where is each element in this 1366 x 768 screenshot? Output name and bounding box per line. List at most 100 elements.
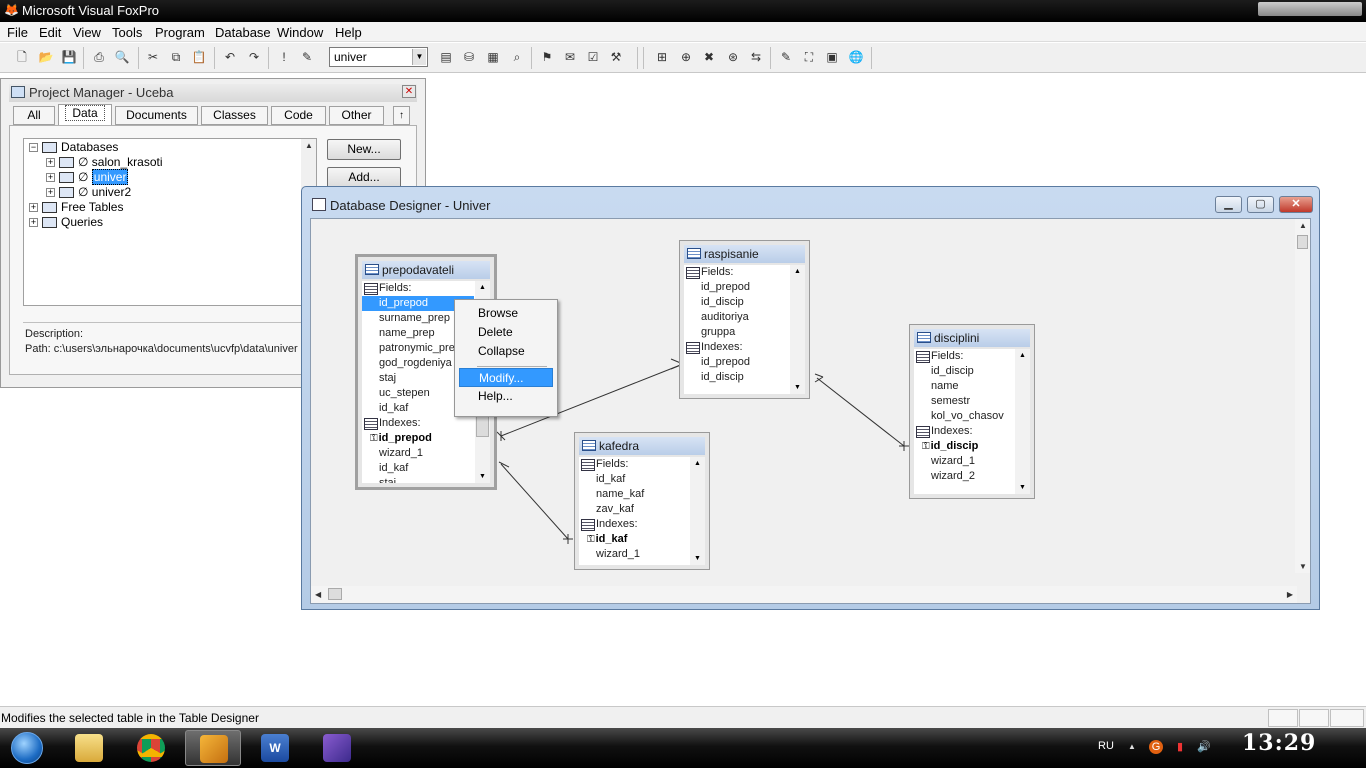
toolbox-icon[interactable]: ⚒	[607, 48, 625, 66]
new-button[interactable]: New...	[327, 139, 401, 160]
properties-icon[interactable]: ▦	[484, 48, 502, 66]
menu-file[interactable]: File	[7, 25, 28, 40]
table-header[interactable]: kafedra	[579, 437, 705, 455]
table-header[interactable]: disciplini	[914, 329, 1030, 347]
print-preview-icon[interactable]: 🔍	[113, 48, 131, 66]
database-combo[interactable]: univer ▼	[329, 47, 428, 67]
add-button[interactable]: Add...	[327, 167, 401, 188]
index-row[interactable]: wizard_2	[914, 469, 1014, 484]
data-session-icon[interactable]: ⛁	[460, 48, 478, 66]
redo-icon[interactable]: ↷	[245, 48, 263, 66]
table-field-list[interactable]: Fields: id_kaf name_kaf zav_kaf Indexes:…	[579, 457, 705, 565]
relation-raspisanie-disciplini[interactable]	[816, 377, 905, 447]
expand-icon[interactable]: +	[29, 218, 38, 228]
scroll-thumb[interactable]	[328, 588, 342, 600]
tab-other[interactable]: Other	[329, 106, 384, 125]
tree-databases[interactable]: − Databases	[29, 140, 118, 155]
primary-index-row[interactable]: ⚿id_kaf	[579, 532, 689, 547]
paste-icon[interactable]: 📋	[190, 48, 208, 66]
index-row[interactable]: wizard_1	[579, 547, 689, 562]
modify-form-icon[interactable]: ✎	[298, 48, 316, 66]
add-table-icon[interactable]: ⊕	[677, 48, 695, 66]
menu-tools[interactable]: Tools	[112, 25, 142, 40]
new-table-icon[interactable]: ⊞	[653, 48, 671, 66]
index-row[interactable]: staj	[362, 476, 474, 483]
taskbar-foxpro[interactable]	[185, 730, 241, 766]
menu-item-delete[interactable]: Delete	[459, 323, 553, 342]
menu-item-help[interactable]: Help...	[459, 387, 553, 406]
scroll-right-icon[interactable]: ▶	[1287, 590, 1293, 599]
index-row[interactable]: id_kaf	[362, 461, 474, 476]
cut-icon[interactable]: ✂	[144, 48, 162, 66]
save-icon[interactable]: 💾	[60, 48, 78, 66]
clock[interactable]: 13:29	[1242, 730, 1316, 756]
menu-view[interactable]: View	[73, 25, 101, 40]
task-pane-icon[interactable]: ☑	[584, 48, 602, 66]
table-field-list[interactable]: Fields: id_prepod id_discip auditoriya g…	[684, 265, 805, 394]
menu-database[interactable]: Database	[215, 25, 271, 40]
copy-icon[interactable]: ⧉	[167, 48, 185, 66]
open-folder-icon[interactable]: 📂	[37, 48, 55, 66]
field-row[interactable]: id_kaf	[579, 472, 689, 487]
table-raspisanie[interactable]: raspisanie Fields: id_prepod id_discip a…	[679, 240, 810, 399]
scroll-down-icon[interactable]: ▼	[794, 384, 801, 391]
run-icon[interactable]: !	[275, 48, 293, 66]
scroll-down-icon[interactable]: ▼	[694, 555, 701, 562]
expand-icon[interactable]: +	[46, 158, 55, 168]
scroll-up-icon[interactable]: ▲	[305, 141, 313, 150]
tab-data[interactable]: Data	[58, 104, 112, 125]
table-header[interactable]: prepodavateli	[362, 261, 490, 279]
taskbar-explorer[interactable]	[61, 730, 117, 766]
object-browser-icon[interactable]: ✉	[561, 48, 579, 66]
add-view-icon[interactable]: ⊛	[724, 48, 742, 66]
index-row[interactable]: id_discip	[684, 370, 789, 385]
tab-classes[interactable]: Classes	[201, 106, 268, 125]
close-icon[interactable]: ✕	[1279, 196, 1313, 213]
table-scrollbar[interactable]: ▲ ▼	[690, 457, 705, 565]
connections-icon[interactable]: 🌐	[847, 48, 865, 66]
edit-relationship-icon[interactable]: ⇆	[747, 48, 765, 66]
index-row[interactable]: id_prepod	[684, 355, 789, 370]
menu-edit[interactable]: Edit	[39, 25, 61, 40]
tab-all[interactable]: All	[13, 106, 55, 125]
chevron-down-icon[interactable]: ▼	[412, 49, 426, 65]
field-row[interactable]: id_discip	[684, 295, 789, 310]
print-icon[interactable]: ⎙	[90, 48, 108, 66]
expand-icon[interactable]: +	[46, 188, 55, 198]
table-kafedra[interactable]: kafedra Fields: id_kaf name_kaf zav_kaf …	[574, 432, 710, 570]
scroll-up-icon[interactable]: ▲	[694, 460, 701, 467]
scroll-down-icon[interactable]: ▼	[1299, 562, 1307, 571]
close-icon[interactable]: ✕	[402, 85, 416, 98]
index-row[interactable]: wizard_1	[914, 454, 1014, 469]
tree-db-univer[interactable]: + ∅ univer	[46, 169, 129, 185]
antivirus-icon[interactable]: G	[1149, 740, 1163, 754]
window-controls[interactable]	[1258, 2, 1362, 16]
table-header[interactable]: raspisanie	[684, 245, 805, 263]
code-references-icon[interactable]: ⌕	[508, 48, 526, 66]
menu-program[interactable]: Program	[155, 25, 205, 40]
field-row[interactable]: auditoriya	[684, 310, 789, 325]
table-disciplini[interactable]: disciplini Fields: id_discip name semest…	[909, 324, 1035, 499]
scroll-up-icon[interactable]: ▲	[1019, 352, 1026, 359]
field-row[interactable]: semestr	[914, 394, 1014, 409]
primary-index-row[interactable]: ⚿id_discip	[914, 439, 1014, 454]
new-file-icon[interactable]: 🗋	[13, 48, 31, 66]
field-row[interactable]: kol_vo_chasov	[914, 409, 1014, 424]
project-tree[interactable]: − Databases + ∅ salon_krasoti + ∅ univer + ∅…	[23, 138, 317, 306]
taskbar-word[interactable]: W	[247, 730, 303, 766]
table-field-list[interactable]: Fields: id_discip name semestr kol_vo_ch…	[914, 349, 1030, 494]
collapse-icon[interactable]: −	[29, 143, 38, 153]
browse-table-icon[interactable]: ⛶	[800, 48, 818, 66]
volume-icon[interactable]: 🔊	[1197, 740, 1211, 754]
language-indicator[interactable]: RU	[1098, 740, 1114, 752]
network-icon[interactable]: ▮	[1173, 740, 1187, 754]
tree-queries[interactable]: + Queries	[29, 215, 103, 230]
menu-help[interactable]: Help	[335, 25, 362, 40]
maximize-icon[interactable]: ▢	[1247, 196, 1274, 213]
relation-prepod-kafedra[interactable]	[500, 463, 569, 540]
scroll-up-icon[interactable]: ▲	[794, 268, 801, 275]
table-scrollbar[interactable]: ▲ ▼	[790, 265, 805, 394]
canvas-vertical-scrollbar[interactable]: ▲ ▼	[1295, 219, 1310, 573]
tab-documents[interactable]: Documents	[115, 106, 198, 125]
expand-icon[interactable]: +	[46, 173, 55, 183]
